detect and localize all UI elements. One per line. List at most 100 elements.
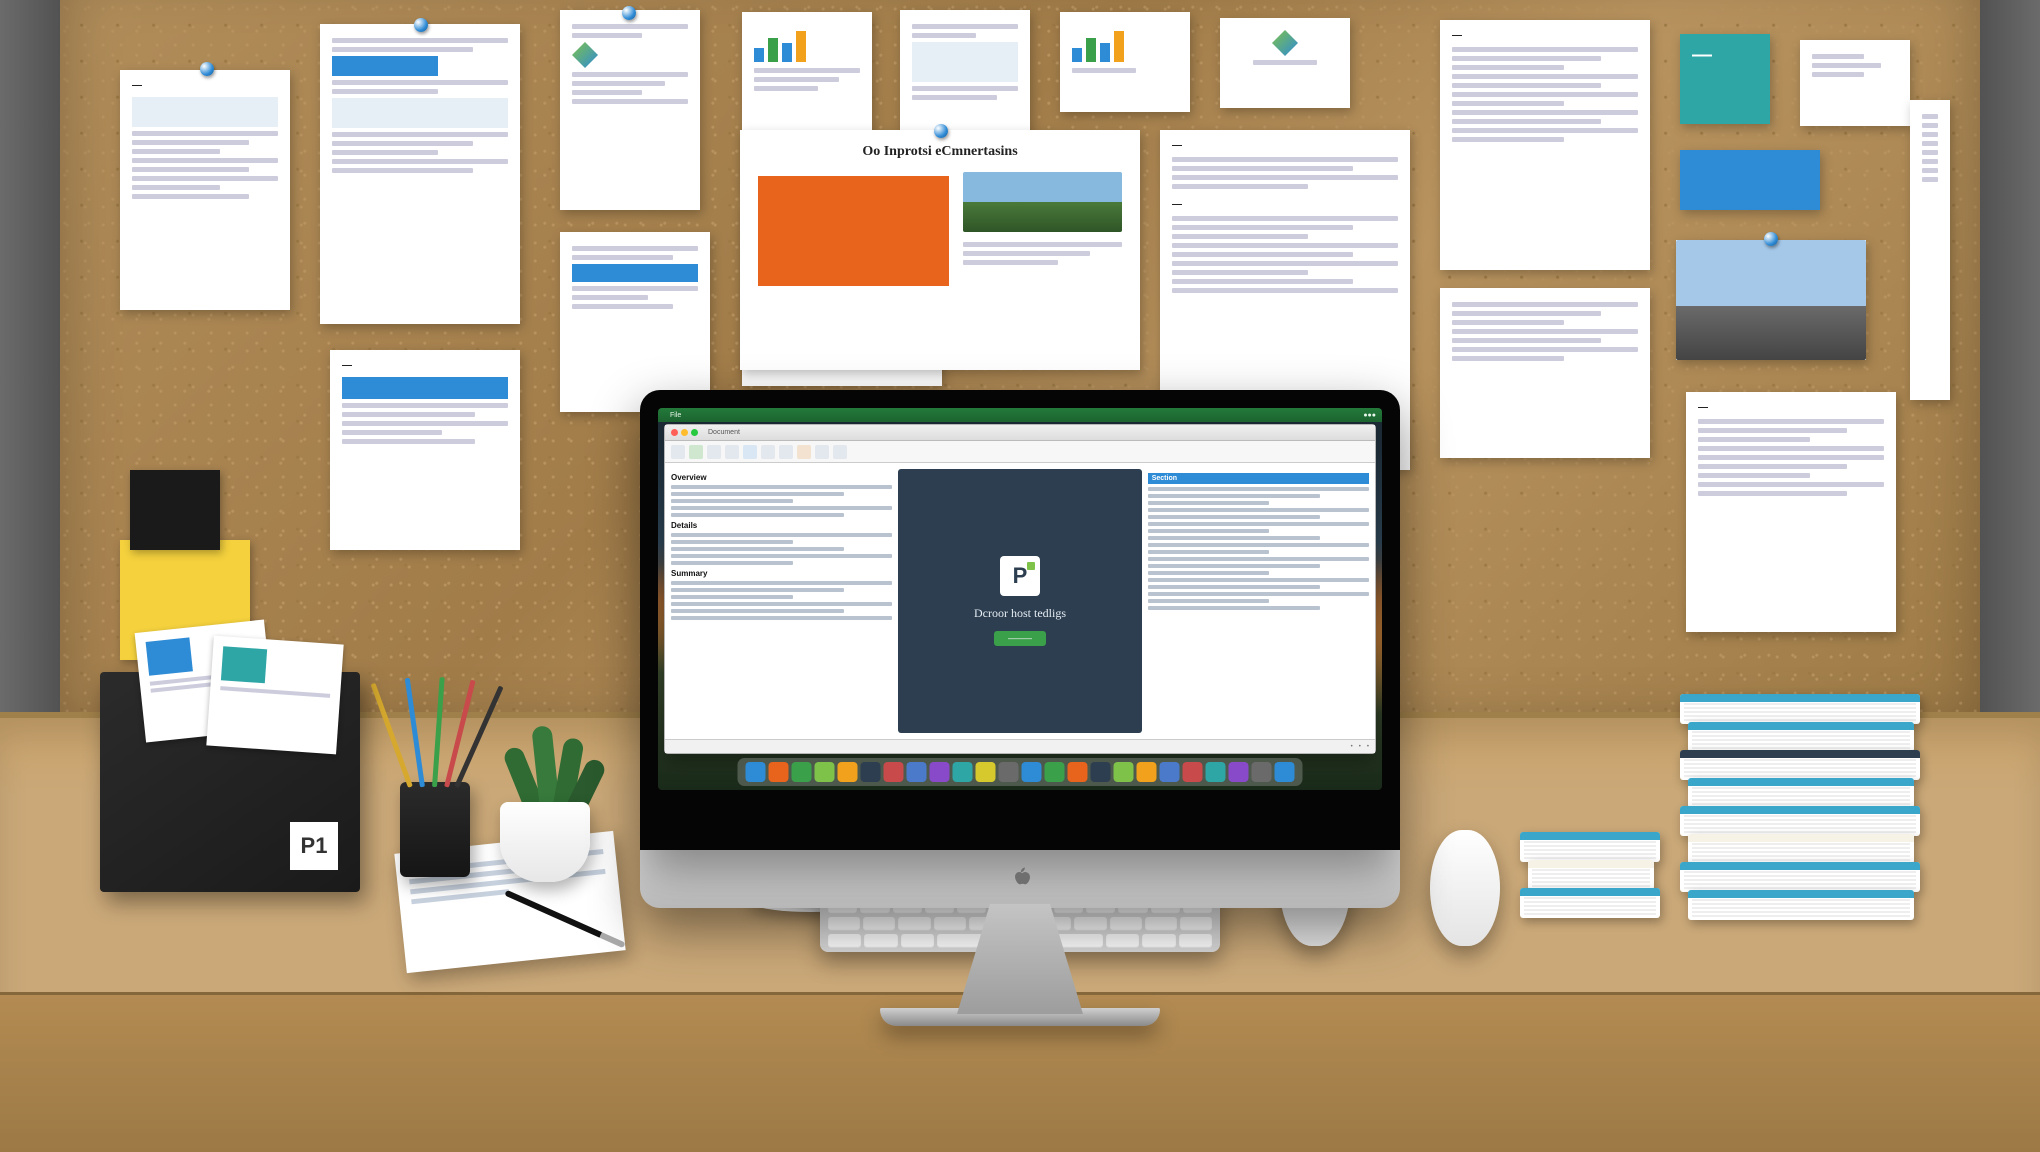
app-body: Overview Details Summary xyxy=(665,463,1375,739)
doc-block xyxy=(572,264,698,282)
toolbar-button[interactable] xyxy=(671,445,685,459)
toolbar-button[interactable] xyxy=(689,445,703,459)
window-traffic-lights[interactable] xyxy=(671,429,698,436)
pinned-photo xyxy=(1676,240,1866,360)
dock-app-icon[interactable] xyxy=(1160,762,1180,782)
card-swatch xyxy=(221,646,267,683)
toolbar-button[interactable] xyxy=(833,445,847,459)
pinned-doc: — xyxy=(1440,20,1650,270)
dock-app-icon[interactable] xyxy=(999,762,1019,782)
dock-app-icon[interactable] xyxy=(1183,762,1203,782)
bar-chart-icon xyxy=(754,28,860,62)
minimize-icon[interactable] xyxy=(681,429,688,436)
primary-button[interactable]: ——— xyxy=(994,631,1046,646)
pinned-doc: — xyxy=(1686,392,1896,632)
book xyxy=(1688,722,1914,752)
apple-mouse[interactable] xyxy=(1430,830,1500,946)
section-heading: Details xyxy=(671,521,892,530)
pin-icon xyxy=(200,62,214,76)
toolbar-button[interactable] xyxy=(707,445,721,459)
dock-app-icon[interactable] xyxy=(1068,762,1088,782)
pinned-doc xyxy=(1220,18,1350,108)
toolbar-button[interactable] xyxy=(725,445,739,459)
pinned-doc xyxy=(320,24,520,324)
index-card xyxy=(206,636,343,755)
dock-app-icon[interactable] xyxy=(815,762,835,782)
toolbar-button[interactable] xyxy=(761,445,775,459)
dock-app-icon[interactable] xyxy=(792,762,812,782)
pinned-doc xyxy=(560,10,700,210)
pinned-poster: Oo Inprotsi eCmnertasins xyxy=(740,130,1140,370)
doc-heading: — xyxy=(1172,199,1398,210)
menubar-status[interactable]: ●●● xyxy=(1363,412,1376,419)
section-heading: Overview xyxy=(671,473,892,482)
pinned-card xyxy=(1680,150,1820,210)
dock-app-icon[interactable] xyxy=(1137,762,1157,782)
menubar-app[interactable]: File xyxy=(670,412,681,419)
pinned-doc xyxy=(1440,288,1650,458)
dock-app-icon[interactable] xyxy=(1275,762,1295,782)
dock-app-icon[interactable] xyxy=(1114,762,1134,782)
dock-app-icon[interactable] xyxy=(1022,762,1042,782)
dock-app-icon[interactable] xyxy=(1045,762,1065,782)
doc-block xyxy=(132,97,278,127)
macos-menubar[interactable]: File ●●● xyxy=(658,408,1382,422)
right-column: Section xyxy=(1148,469,1369,733)
book xyxy=(1680,806,1920,836)
dock-app-icon[interactable] xyxy=(1091,762,1111,782)
section-heading: Section xyxy=(1148,473,1369,484)
doc-heading: — xyxy=(132,80,278,91)
dock-app-icon[interactable] xyxy=(861,762,881,782)
doc-heading: — xyxy=(1698,402,1884,413)
imac-display: File ●●● Document xyxy=(640,390,1400,850)
dock-app-icon[interactable] xyxy=(907,762,927,782)
toolbar-button[interactable] xyxy=(779,445,793,459)
dock-app-icon[interactable] xyxy=(953,762,973,782)
dock-app-icon[interactable] xyxy=(930,762,950,782)
pinned-doc xyxy=(560,232,710,412)
book xyxy=(1680,694,1920,724)
status-item: • xyxy=(1367,744,1369,750)
logo-letter: P xyxy=(1013,563,1028,589)
pencil-cup xyxy=(400,782,470,877)
doc-heading: — xyxy=(1452,30,1638,41)
macos-dock[interactable] xyxy=(738,758,1303,786)
book xyxy=(1680,862,1920,892)
imac-computer: File ●●● Document xyxy=(640,390,1400,1026)
app-toolbar[interactable] xyxy=(665,441,1375,463)
book xyxy=(1520,832,1660,862)
dock-app-icon[interactable] xyxy=(884,762,904,782)
poster-landscape-photo xyxy=(963,172,1122,232)
doc-block xyxy=(332,56,438,76)
card-title: Dcroor host tedligs xyxy=(974,606,1066,621)
dock-app-icon[interactable] xyxy=(746,762,766,782)
toolbar-button[interactable] xyxy=(743,445,757,459)
section-heading: Summary xyxy=(671,569,892,578)
plant-pot xyxy=(500,802,590,882)
dock-app-icon[interactable] xyxy=(769,762,789,782)
toolbar-button[interactable] xyxy=(815,445,829,459)
workspace-scene: — — xyxy=(0,0,2040,1152)
window-titlebar[interactable]: Document xyxy=(665,425,1375,441)
dock-app-icon[interactable] xyxy=(976,762,996,782)
toolbar-button[interactable] xyxy=(797,445,811,459)
book xyxy=(1528,860,1654,890)
close-icon[interactable] xyxy=(671,429,678,436)
book xyxy=(1688,890,1914,920)
poster-title: Oo Inprotsi eCmnertasins xyxy=(758,144,1122,160)
pinned-doc: — xyxy=(120,70,290,310)
file-box: P1 xyxy=(100,672,360,892)
left-column: Overview Details Summary xyxy=(671,469,892,733)
macos-desktop[interactable]: File ●●● Document xyxy=(658,408,1382,790)
app-statusbar: • • • xyxy=(665,739,1375,753)
pin-icon xyxy=(622,6,636,20)
dock-app-icon[interactable] xyxy=(838,762,858,782)
dock-app-icon[interactable] xyxy=(1229,762,1249,782)
doc-heading: — xyxy=(342,360,508,371)
zoom-icon[interactable] xyxy=(691,429,698,436)
center-card: P Dcroor host tedligs ——— xyxy=(898,469,1141,733)
dock-app-icon[interactable] xyxy=(1252,762,1272,782)
pin-icon xyxy=(1764,232,1778,246)
pin-icon xyxy=(414,18,428,32)
dock-app-icon[interactable] xyxy=(1206,762,1226,782)
